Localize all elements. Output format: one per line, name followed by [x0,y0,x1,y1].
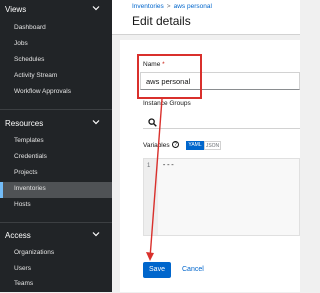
sidebar-item-label: Teams [14,280,34,287]
sidebar-item-hosts[interactable]: Hosts [0,198,112,214]
search-icon[interactable] [148,114,157,132]
nav-section-access[interactable]: Access [0,226,112,248]
sidebar-item-inventories[interactable]: Inventories [0,182,112,198]
sidebar-item-label: Users [14,265,31,272]
nav-section-views[interactable]: Views [0,0,112,22]
sidebar-item-label: Credentials [14,153,47,160]
chevron-down-icon [92,118,100,126]
sidebar-item-projects[interactable]: Projects [0,166,112,182]
help-icon[interactable]: ? [172,141,179,148]
sidebar-item-label: Jobs [14,40,28,47]
page-title: Edit details [132,14,191,28]
sidebar-item-label: Activity Stream [14,72,58,79]
toggle-yaml[interactable]: YAML [186,141,204,150]
sidebar-item-label: Templates [14,137,44,144]
sidebar-item-label: Projects [14,169,38,176]
nav-section-resources[interactable]: Resources [0,114,112,136]
sidebar-item-label: Schedules [14,56,45,63]
sidebar-item-label: Inventories [14,185,46,192]
cancel-button[interactable]: Cancel [182,262,204,278]
variables-editor[interactable]: 1 --- [143,158,300,236]
instance-groups-lookup[interactable] [143,112,300,129]
sidebar-item-label: Hosts [14,201,31,208]
sidebar-item-templates[interactable]: Templates [0,134,112,150]
breadcrumb-separator: > [166,3,171,10]
chevron-down-icon [92,4,100,12]
sidebar-item-label: Dashboard [14,24,46,31]
instance-groups-label: Instance Groups [143,100,191,107]
sidebar-item-label: Organizations [14,249,55,256]
page-header: Inventories > aws personal Edit details [112,0,300,35]
sidebar-item-jobs[interactable]: Jobs [0,37,112,53]
nav-divider [0,222,112,223]
nav-section-title: Resources [5,119,44,128]
line-number: 1 [147,163,151,169]
sidebar-item-activity-stream[interactable]: Activity Stream [0,69,112,85]
annotation-highlight-box [137,54,202,99]
sidebar-item-workflow-approvals[interactable]: Workflow Approvals [0,85,112,101]
sidebar-item-label: Workflow Approvals [14,88,71,95]
editor-content: --- [162,162,175,170]
editor-gutter: 1 [144,159,158,235]
breadcrumb: Inventories > aws personal [132,3,212,10]
sidebar-item-organizations[interactable]: Organizations [0,246,112,262]
save-button[interactable]: Save [143,262,171,278]
breadcrumb-link-inventories[interactable]: Inventories [132,3,164,10]
sidebar-item-teams[interactable]: Teams [0,277,112,293]
nav-section-title: Views [5,5,27,14]
sidebar-item-dashboard[interactable]: Dashboard [0,21,112,37]
sidebar-item-users[interactable]: Users [0,262,112,278]
sidebar-item-credentials[interactable]: Credentials [0,150,112,166]
nav-divider [0,109,112,110]
sidebar-item-schedules[interactable]: Schedules [0,53,112,69]
chevron-down-icon [92,230,100,238]
toggle-json[interactable]: JSON [204,141,221,150]
sidebar-nav: Views Dashboard Jobs Schedules Activity … [0,0,112,292]
variables-label: Variables [143,142,170,149]
breadcrumb-link-current[interactable]: aws personal [174,3,212,10]
nav-section-title: Access [5,231,31,240]
